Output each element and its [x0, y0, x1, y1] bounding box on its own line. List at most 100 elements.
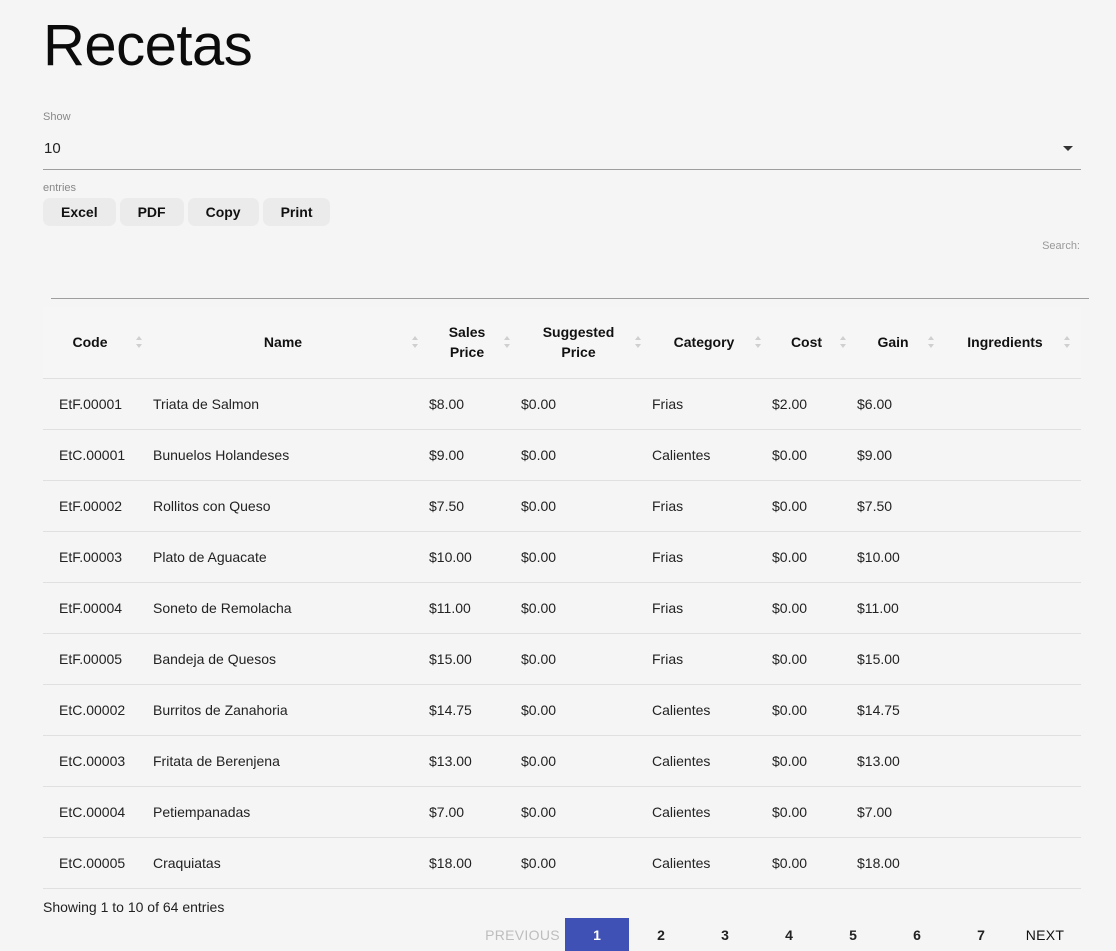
cost-cell: $0.00 [772, 752, 808, 769]
table-body: EtF.00001 Triata de Salmon $8.00 $0.00 Frias… [43, 378, 1081, 888]
gain-cell: $15.00 [857, 650, 900, 667]
column-header-label: Cost [790, 334, 823, 351]
suggested-price-cell: $0.00 [521, 803, 557, 820]
gain-cell: $7.00 [857, 803, 893, 820]
next-page-button[interactable]: NEXT [1013, 918, 1077, 951]
ingredients-cell [945, 633, 1081, 684]
column-header-label: Category [673, 334, 735, 351]
page-button-3[interactable]: 3 [693, 918, 757, 951]
table-row: EtF.00003 Plato de Aguacate $10.00 $0.00 Fri… [43, 531, 1081, 582]
sort-icon [927, 336, 935, 349]
gain-cell: $9.00 [857, 446, 893, 463]
sort-icon [1063, 336, 1071, 349]
cost-cell: $0.00 [772, 548, 808, 565]
table-row: EtF.00004 Soneto de Remolacha $11.00 $0.00 F… [43, 582, 1081, 633]
cost-cell: $0.00 [772, 701, 808, 718]
code-cell: EtF.00004 [59, 599, 123, 616]
table-row: EtF.00005 Bandeja de Quesos $15.00 $0.00 Fri… [43, 633, 1081, 684]
suggested-price-cell: $0.00 [521, 548, 557, 565]
name-cell: Bunuelos Holandeses [153, 446, 290, 463]
column-header-category[interactable]: Category [652, 307, 772, 379]
sort-icon [754, 336, 762, 349]
category-cell: Frias [652, 599, 684, 616]
page-title: Recetas [43, 13, 253, 78]
gain-cell: $10.00 [857, 548, 900, 565]
cost-cell: $0.00 [772, 803, 808, 820]
ingredients-cell [945, 786, 1081, 837]
export-button-group: Excel PDF Copy Print [43, 198, 331, 226]
cost-cell: $0.00 [772, 497, 808, 514]
search-input[interactable] [51, 262, 1089, 299]
column-header-name[interactable]: Name [153, 307, 429, 379]
copy-button[interactable]: Copy [187, 198, 259, 226]
ingredients-cell [945, 531, 1081, 582]
page-button-5[interactable]: 5 [821, 918, 885, 951]
suggested-price-cell: $0.00 [521, 854, 557, 871]
pdf-button[interactable]: PDF [119, 198, 184, 226]
page-button-2[interactable]: 2 [629, 918, 693, 951]
sort-icon [839, 336, 847, 349]
table-info: Showing 1 to 10 of 64 entries [43, 899, 225, 915]
sales-price-cell: $18.00 [429, 854, 472, 871]
column-header-gain[interactable]: Gain [857, 307, 945, 379]
column-header-label: Gain [877, 334, 909, 351]
name-cell: Bandeja de Quesos [153, 650, 276, 667]
ingredients-cell [945, 684, 1081, 735]
recipes-table: Code Name Sales Price Suggested Price Ca… [43, 307, 1081, 889]
page-button-6[interactable]: 6 [885, 918, 949, 951]
table-header-row: Code Name Sales Price Suggested Price Ca… [43, 307, 1081, 379]
caret-down-icon [1063, 146, 1073, 151]
name-cell: Triata de Salmon [153, 395, 260, 412]
column-header-sales-price[interactable]: Sales Price [429, 307, 521, 379]
excel-button[interactable]: Excel [43, 198, 116, 226]
name-cell: Plato de Aguacate [153, 548, 267, 565]
category-cell: Frias [652, 548, 684, 565]
code-cell: EtC.00001 [59, 446, 126, 463]
category-cell: Calientes [652, 752, 711, 769]
category-cell: Calientes [652, 803, 711, 820]
column-header-suggested-price[interactable]: Suggested Price [521, 307, 652, 379]
category-cell: Calientes [652, 701, 711, 718]
ingredients-cell [945, 582, 1081, 633]
page-button-7[interactable]: 7 [949, 918, 1013, 951]
suggested-price-cell: $0.00 [521, 701, 557, 718]
column-header-label: Code [72, 334, 108, 351]
table-row: EtC.00003 Fritata de Berenjena $13.00 $0.00… [43, 735, 1081, 786]
page-button-4[interactable]: 4 [757, 918, 821, 951]
cost-cell: $0.00 [772, 854, 808, 871]
code-cell: EtC.00004 [59, 803, 126, 820]
pagination: PREVIOUS 1234567 NEXT [480, 918, 1077, 951]
entries-per-page-value: 10 [44, 140, 61, 157]
previous-page-button[interactable]: PREVIOUS [480, 918, 565, 951]
table-row: EtF.00002 Rollitos con Queso $7.50 $0.00 Fri… [43, 480, 1081, 531]
suggested-price-cell: $0.00 [521, 599, 557, 616]
code-cell: EtF.00005 [59, 650, 123, 667]
name-cell: Craquiatas [153, 854, 221, 871]
ingredients-cell [945, 837, 1081, 888]
code-cell: EtF.00001 [59, 395, 123, 412]
gain-cell: $6.00 [857, 395, 893, 412]
page-button-1[interactable]: 1 [565, 918, 629, 951]
table-row: EtF.00001 Triata de Salmon $8.00 $0.00 Frias… [43, 378, 1081, 429]
category-cell: Frias [652, 497, 684, 514]
gain-cell: $14.75 [857, 701, 900, 718]
column-header-cost[interactable]: Cost [772, 307, 857, 379]
suggested-price-cell: $0.00 [521, 650, 557, 667]
search-label: Search: [1042, 240, 1080, 252]
suggested-price-cell: $0.00 [521, 752, 557, 769]
print-button[interactable]: Print [262, 198, 331, 226]
cost-cell: $0.00 [772, 599, 808, 616]
suggested-price-cell: $0.00 [521, 497, 557, 514]
column-header-ingredients[interactable]: Ingredients [945, 307, 1081, 379]
cost-cell: $0.00 [772, 650, 808, 667]
column-header-code[interactable]: Code [43, 307, 153, 379]
sort-icon [411, 336, 419, 349]
entries-per-page-select[interactable]: 10 [43, 136, 1081, 170]
name-cell: Rollitos con Queso [153, 497, 271, 514]
column-header-label: Ingredients [967, 334, 1043, 351]
sales-price-cell: $14.75 [429, 701, 472, 718]
suggested-price-cell: $0.00 [521, 446, 557, 463]
category-cell: Frias [652, 650, 684, 667]
suggested-price-cell: $0.00 [521, 395, 557, 412]
column-header-label: Sales Price [448, 324, 486, 361]
